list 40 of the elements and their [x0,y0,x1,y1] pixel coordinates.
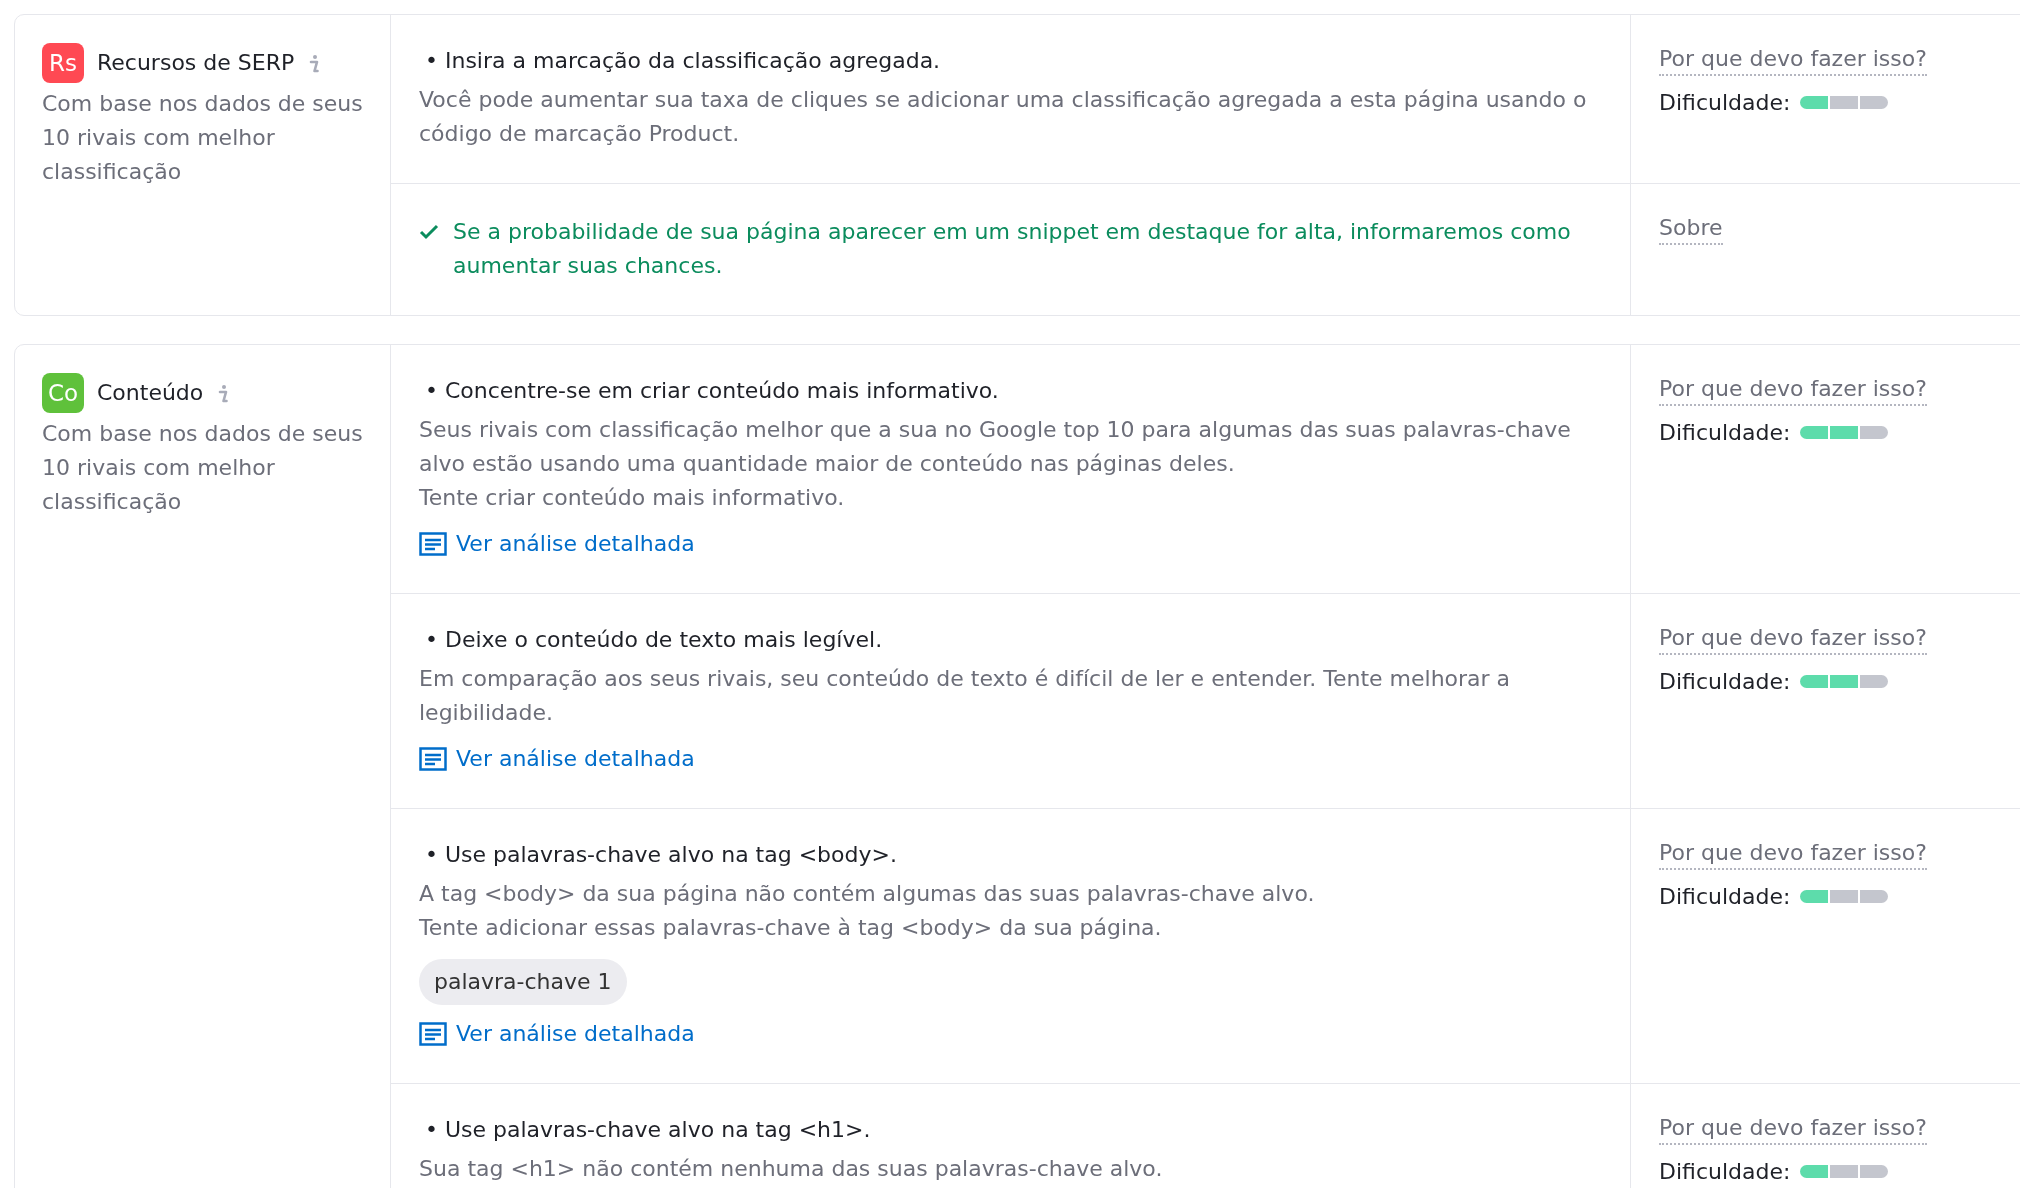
detail-link[interactable]: Ver análise detalhada [419,527,695,561]
category-badge: Co [42,373,84,413]
recommendation-text: Tente adicionar essas palavras-chave à tag <body> da sua página. [419,914,1163,942]
section-title: Conteúdo [97,380,204,405]
info-icon[interactable] [217,384,230,404]
help-link[interactable]: Por que devo fazer isso? [1659,623,1927,655]
detail-link[interactable]: Ver análise detalhada [419,1017,695,1051]
help-link[interactable]: Sobre [1659,213,1723,245]
help-link[interactable]: Por que devo fazer isso? [1659,374,1927,406]
document-icon [419,747,447,771]
recommendation-text: Tente criar conteúdo mais informativo. [419,484,846,512]
recommendation-text: Sua tag <h1> não contém nenhuma das suas palavras-chave alvo. [419,1155,1164,1183]
recommendation-title: • Use palavras-chave alvo na tag <body>. [424,841,898,869]
success-message: Se a probabilidade de sua página aparecer em um snippet em destaque for alta, informaremos como aumentar suas chances. [453,218,1572,280]
recommendation-title: • Use palavras-chave alvo na tag <h1>. [424,1116,872,1144]
help-link[interactable]: Por que devo fazer isso? [1659,838,1927,870]
recommendation-title: • Insira a marcação da classificação agregada. [424,47,942,75]
detail-link[interactable]: Ver análise detalhada [419,742,695,776]
recommendation-text: Você pode aumentar sua taxa de cliques se adicionar uma classificação agregada a esta página usando o código de marcação Product. [419,86,1588,148]
category-badge: Rs [42,43,84,83]
difficulty-label: Dificuldade: [1659,90,1791,115]
document-icon [419,1022,447,1046]
document-icon [419,532,447,556]
difficulty-label: Dificuldade: [1659,884,1791,909]
section-title: Recursos de SERP [97,50,295,75]
help-link[interactable]: Por que devo fazer isso? [1659,1113,1927,1145]
info-icon[interactable] [308,54,321,74]
section-description: Com base nos dados de seus 10 rivais com melhor classificação [42,90,364,186]
help-link[interactable]: Por que devo fazer isso? [1659,44,1927,76]
difficulty-label: Dificuldade: [1659,1159,1791,1184]
difficulty-label: Dificuldade: [1659,669,1791,694]
section-description: Com base nos dados de seus 10 rivais com melhor classificação [42,420,364,516]
recommendation-text: Seus rivais com classificação melhor que a sua no Google top 10 para algumas das suas palavras-chave alvo estão usando uma quantidade maior de conteúdo nas páginas deles. [419,416,1572,478]
difficulty-label: Dificuldade: [1659,420,1791,445]
check-icon [419,224,439,240]
recommendation-title: • Deixe o conteúdo de texto mais legível. [424,626,884,654]
recommendation-text: Em comparação aos seus rivais, seu conteúdo de texto é difícil de ler e entender. Tente melhorar a legibilidade. [419,665,1512,727]
recommendation-text: A tag <body> da sua página não contém algumas das suas palavras-chave alvo. [419,880,1316,908]
recommendation-title: • Concentre-se em criar conteúdo mais informativo. [424,377,1000,405]
keyword-tag: palavra-chave 1 [419,959,627,1005]
